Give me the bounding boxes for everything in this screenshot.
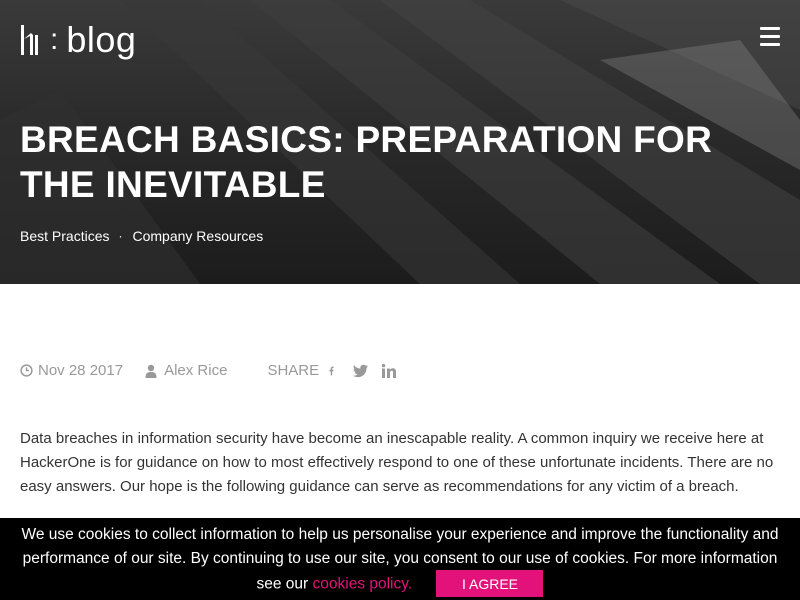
- user-icon: [145, 364, 157, 378]
- share-section: SHARE: [267, 362, 403, 379]
- post-date: Nov 28 2017: [20, 362, 123, 379]
- post-author-name[interactable]: Alex Rice: [164, 362, 227, 379]
- tag-company-resources[interactable]: Company Resources: [132, 228, 263, 244]
- clock-icon: [20, 364, 33, 377]
- twitter-icon[interactable]: [353, 363, 369, 379]
- article-intro: Data breaches in information security ha…: [20, 430, 774, 495]
- logo-separator: :: [50, 23, 59, 56]
- blog-logo[interactable]: : blog: [20, 22, 136, 58]
- post-date-text: Nov 28 2017: [38, 362, 124, 379]
- facebook-icon[interactable]: [327, 363, 337, 379]
- post-author: Alex Rice: [145, 362, 227, 379]
- cookies-policy-link[interactable]: cookies policy.: [313, 576, 413, 593]
- hero-banner: : blog BREACH BASICS: PREPARATION FOR TH…: [0, 0, 800, 284]
- agree-button[interactable]: I AGREE: [436, 570, 544, 597]
- share-label: SHARE: [267, 362, 320, 379]
- hackerone-logo-icon: [21, 25, 38, 55]
- linkedin-icon[interactable]: [381, 363, 397, 379]
- category-tags: Best Practices · Company Resources: [20, 228, 263, 244]
- post-meta: Nov 28 2017 Alex Rice SHARE: [20, 362, 403, 379]
- logo-text: blog: [66, 19, 137, 60]
- tag-best-practices[interactable]: Best Practices: [20, 228, 109, 244]
- hamburger-menu-icon[interactable]: [760, 27, 780, 49]
- tag-separator: ·: [118, 229, 123, 243]
- cookie-banner: We use cookies to collect information to…: [0, 518, 800, 600]
- page-title: BREACH BASICS: PREPARATION FOR THE INEVI…: [20, 119, 713, 205]
